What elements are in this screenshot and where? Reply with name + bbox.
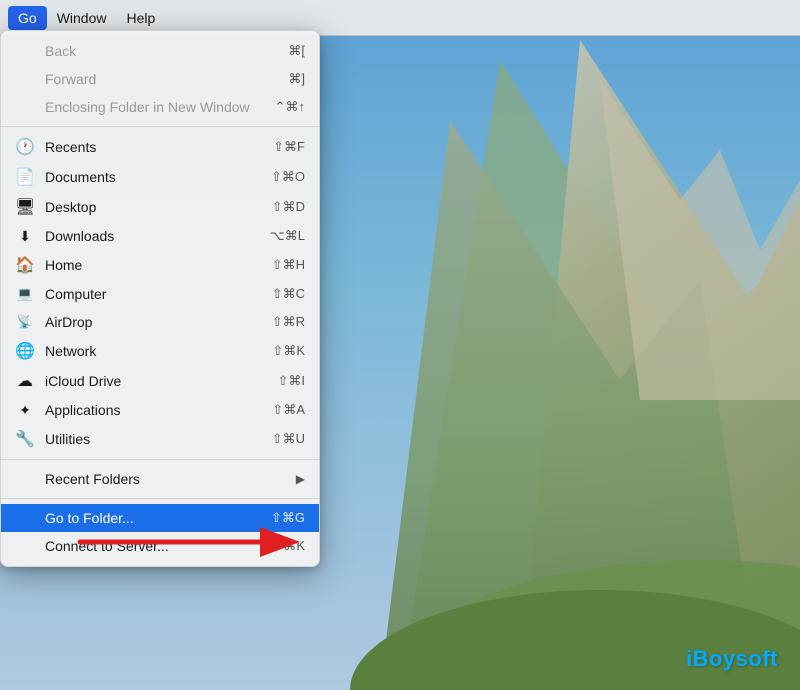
menu-label-desktop: Desktop xyxy=(45,199,96,215)
shortcut-goto-folder: ⇧⌘G xyxy=(271,510,305,526)
menu-label-forward: Forward xyxy=(45,71,96,87)
menu-item-computer[interactable]: 💻 Computer ⇧⌘C xyxy=(1,280,319,308)
menu-item-recent-folders[interactable]: Recent Folders ▶ xyxy=(1,465,319,493)
menu-label-downloads: Downloads xyxy=(45,228,114,244)
menu-item-network[interactable]: 🌐 Network ⇧⌘K xyxy=(1,336,319,366)
menu-label-utilities: Utilities xyxy=(45,431,90,447)
iboysoft-watermark: iBoysoft xyxy=(686,646,778,672)
menu-item-enclosing[interactable]: Enclosing Folder in New Window ⌃⌘↑ xyxy=(1,93,319,121)
menu-item-recents[interactable]: 🕐 Recents ⇧⌘F xyxy=(1,132,319,162)
shortcut-applications: ⇧⌘A xyxy=(272,402,305,418)
divider-2 xyxy=(1,459,319,460)
menubar-window[interactable]: Window xyxy=(47,6,117,30)
menu-label-goto-folder: Go to Folder... xyxy=(45,510,134,526)
applications-icon: ✦ xyxy=(15,402,35,419)
menu-label-home: Home xyxy=(45,257,82,273)
menu-label-connect-server: Connect to Server... xyxy=(45,538,169,554)
menu-item-airdrop[interactable]: 📡 AirDrop ⇧⌘R xyxy=(1,308,319,336)
computer-icon: 💻 xyxy=(15,286,35,302)
network-icon: 🌐 xyxy=(15,341,35,361)
menu-item-goto-folder[interactable]: Go to Folder... ⇧⌘G xyxy=(1,504,319,532)
shortcut-desktop: ⇧⌘D xyxy=(272,199,305,215)
menu-item-applications[interactable]: ✦ Applications ⇧⌘A xyxy=(1,396,319,424)
menu-item-home[interactable]: 🏠 Home ⇧⌘H xyxy=(1,250,319,280)
menu-item-documents[interactable]: 📄 Documents ⇧⌘O xyxy=(1,162,319,192)
menu-item-downloads[interactable]: ⬇ Downloads ⌥⌘L xyxy=(1,222,319,250)
shortcut-enclosing: ⌃⌘↑ xyxy=(275,99,305,115)
shortcut-documents: ⇧⌘O xyxy=(271,169,305,185)
icloud-icon: ☁ xyxy=(15,371,35,391)
shortcut-home: ⇧⌘H xyxy=(272,257,305,273)
menu-label-network: Network xyxy=(45,343,96,359)
home-icon: 🏠 xyxy=(15,255,35,275)
menu-item-back[interactable]: Back ⌘[ xyxy=(1,37,319,65)
menu-label-recents: Recents xyxy=(45,139,96,155)
desktop-icon: 🖥 xyxy=(15,197,35,217)
shortcut-recents: ⇧⌘F xyxy=(273,139,305,155)
menu-item-utilities[interactable]: 🔧 Utilities ⇧⌘U xyxy=(1,424,319,454)
menu-label-documents: Documents xyxy=(45,169,116,185)
menu-item-desktop[interactable]: 🖥 Desktop ⇧⌘D xyxy=(1,192,319,222)
menu-label-recent-folders: Recent Folders xyxy=(45,471,140,487)
menubar-go[interactable]: Go xyxy=(8,6,47,30)
menu-item-icloud[interactable]: ☁ iCloud Drive ⇧⌘I xyxy=(1,366,319,396)
shortcut-network: ⇧⌘K xyxy=(272,343,305,359)
shortcut-forward: ⌘] xyxy=(288,71,305,87)
menu-label-back: Back xyxy=(45,43,76,59)
menu-label-airdrop: AirDrop xyxy=(45,314,92,330)
shortcut-airdrop: ⇧⌘R xyxy=(272,314,305,330)
menu-label-applications: Applications xyxy=(45,402,121,418)
shortcut-icloud: ⇧⌘I xyxy=(277,373,305,389)
divider-3 xyxy=(1,498,319,499)
menu-label-icloud: iCloud Drive xyxy=(45,373,121,389)
menu-label-computer: Computer xyxy=(45,286,106,302)
shortcut-downloads: ⌥⌘L xyxy=(270,228,305,244)
divider-1 xyxy=(1,126,319,127)
watermark-prefix: i xyxy=(686,646,693,671)
airdrop-icon: 📡 xyxy=(15,314,35,330)
documents-icon: 📄 xyxy=(15,167,35,187)
recents-icon: 🕐 xyxy=(15,137,35,157)
menu-label-enclosing: Enclosing Folder in New Window xyxy=(45,99,250,115)
watermark-suffix: Boysoft xyxy=(693,646,778,671)
menu-item-connect-server[interactable]: Connect to Server... ⌘K xyxy=(1,532,319,560)
shortcut-computer: ⇧⌘C xyxy=(272,286,305,302)
utilities-icon: 🔧 xyxy=(15,429,35,449)
shortcut-utilities: ⇧⌘U xyxy=(272,431,305,447)
go-menu-dropdown: Back ⌘[ Forward ⌘] Enclosing Folder in N… xyxy=(0,30,320,567)
menubar-help[interactable]: Help xyxy=(116,6,165,30)
menu-item-forward[interactable]: Forward ⌘] xyxy=(1,65,319,93)
shortcut-connect-server: ⌘K xyxy=(283,538,305,554)
downloads-icon: ⬇ xyxy=(15,228,35,245)
submenu-arrow: ▶ xyxy=(296,472,305,486)
shortcut-back: ⌘[ xyxy=(288,43,305,59)
